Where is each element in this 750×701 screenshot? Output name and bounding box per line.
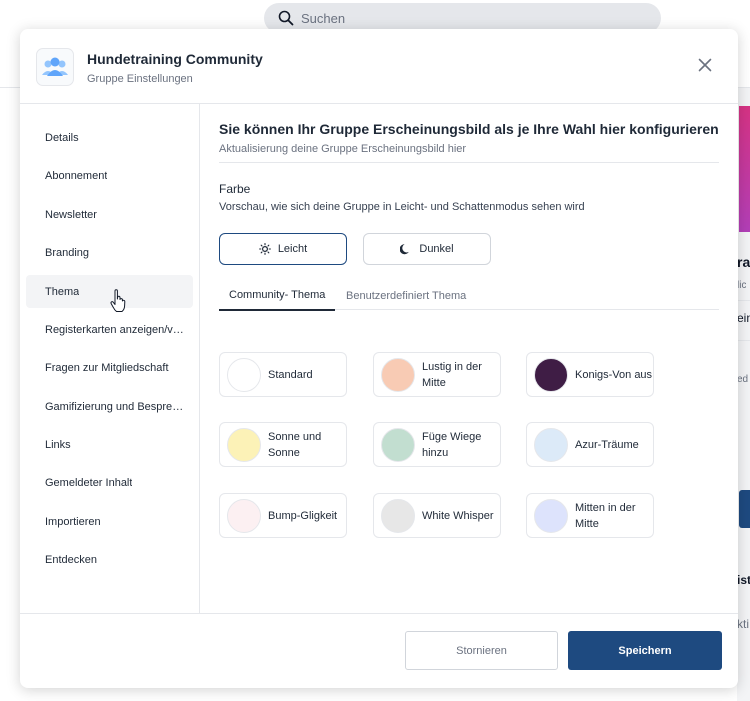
sidebar-item-label: Importieren bbox=[45, 515, 101, 528]
sidebar-item-label: Registerkarten anzeigen/verbergen bbox=[45, 323, 185, 336]
theme-color-swatch bbox=[534, 427, 568, 462]
sidebar-item-entdecken[interactable]: Entdecken bbox=[26, 543, 193, 576]
divider bbox=[219, 162, 719, 163]
theme-name: White Whisper bbox=[422, 509, 494, 522]
background-divider bbox=[737, 300, 750, 301]
save-button[interactable]: Speichern bbox=[568, 631, 722, 670]
tab-custom-theme[interactable]: Benutzerdefiniert Thema bbox=[346, 281, 466, 310]
light-mode-label: Leicht bbox=[277, 243, 308, 255]
sidebar-item-gamifizierung[interactable]: Gamifizierung und Besprechungen bbox=[26, 390, 193, 423]
dark-mode-button[interactable]: Dunkel bbox=[363, 233, 491, 265]
group-avatar bbox=[36, 48, 74, 86]
sidebar-item-links[interactable]: Links bbox=[26, 428, 193, 461]
sidebar-item-newsletter[interactable]: Newsletter bbox=[26, 198, 193, 231]
theme-card-white-whisper[interactable]: White Whisper bbox=[373, 493, 501, 538]
sidebar-item-label: Fragen zur Mitgliedschaft bbox=[45, 361, 169, 374]
theme-name: Standard bbox=[268, 368, 313, 381]
modal-title: Hundetraining Community bbox=[87, 51, 263, 67]
sidebar-item-label: Links bbox=[45, 438, 71, 451]
background-divider bbox=[737, 340, 750, 341]
theme-card-azur[interactable]: Azur-Träume bbox=[526, 422, 654, 467]
color-section-label: Farbe bbox=[219, 182, 251, 196]
modal-header: Hundetraining Community Gruppe Einstellu… bbox=[20, 29, 738, 104]
theme-color-swatch bbox=[534, 357, 568, 392]
theme-card-mitten[interactable]: Mitten in der Mitte bbox=[526, 493, 654, 538]
sidebar-item-label: Gamifizierung und Besprechungen bbox=[45, 400, 185, 413]
theme-card-standard[interactable]: Standard bbox=[219, 352, 347, 397]
theme-card-lustig[interactable]: Lustig in der Mitte bbox=[373, 352, 501, 397]
theme-color-swatch bbox=[534, 498, 568, 533]
background-text: ed bbox=[737, 374, 749, 385]
sun-icon bbox=[258, 243, 271, 255]
theme-name: Bump-Gligkeit bbox=[268, 509, 338, 522]
theme-color-swatch bbox=[381, 427, 415, 462]
sidebar-item-branding[interactable]: Branding bbox=[26, 236, 193, 269]
theme-color-swatch bbox=[227, 357, 261, 392]
modal-footer: Stornieren Speichern bbox=[20, 613, 738, 688]
sidebar-item-registerkarten[interactable]: Registerkarten anzeigen/verbergen bbox=[26, 313, 193, 346]
dark-mode-label: Dunkel bbox=[419, 243, 454, 255]
sidebar-item-gemeldeter-inhalt[interactable]: Gemeldeter Inhalt bbox=[26, 466, 193, 499]
theme-card-sonne[interactable]: Sonne und Sonne bbox=[219, 422, 347, 467]
sidebar-item-fragen-mitgliedschaft[interactable]: Fragen zur Mitgliedschaft bbox=[26, 351, 193, 384]
theme-tabs: Community- Thema Benutzerdefiniert Thema bbox=[219, 281, 719, 311]
sidebar-item-label: Branding bbox=[45, 246, 90, 259]
theme-card-konigs[interactable]: Konigs-Von aus bbox=[526, 352, 654, 397]
close-icon bbox=[698, 58, 712, 72]
background-banner bbox=[739, 106, 750, 232]
cancel-button[interactable]: Stornieren bbox=[405, 631, 558, 670]
theme-color-swatch bbox=[227, 498, 261, 533]
group-settings-modal: Hundetraining Community Gruppe Einstellu… bbox=[20, 29, 738, 688]
theme-card-bump[interactable]: Bump-Gligkeit bbox=[219, 493, 347, 538]
theme-card-fuege-wiege[interactable]: Füge Wiege hinzu bbox=[373, 422, 501, 467]
sidebar-item-label: Thema bbox=[45, 285, 80, 298]
search-placeholder: Suchen bbox=[301, 10, 346, 26]
theme-color-swatch bbox=[381, 357, 415, 392]
search-icon bbox=[278, 10, 294, 26]
theme-name: Mitten in der Mitte bbox=[575, 501, 636, 530]
group-icon bbox=[42, 57, 68, 76]
sidebar-item-label: Gemeldeter Inhalt bbox=[45, 476, 133, 489]
sidebar-item-details[interactable]: Details bbox=[26, 121, 193, 154]
sidebar-item-importieren[interactable]: Importieren bbox=[26, 505, 193, 538]
moon-icon bbox=[400, 244, 410, 255]
close-button[interactable] bbox=[694, 54, 716, 76]
content-subtitle: Aktualisierung deine Gruppe Erscheinungs… bbox=[219, 143, 467, 155]
theme-name: Konigs-Von aus bbox=[575, 368, 653, 381]
theme-color-swatch bbox=[381, 498, 415, 533]
theme-name: Lustig in der Mitte bbox=[422, 360, 482, 389]
theme-name: Füge Wiege hinzu bbox=[422, 430, 482, 459]
tab-community-theme[interactable]: Community- Thema bbox=[219, 281, 336, 311]
sidebar-item-label: Entdecken bbox=[45, 553, 97, 566]
light-mode-button[interactable]: Leicht bbox=[219, 233, 347, 265]
content-title: Sie können Ihr Gruppe Erscheinungsbild a… bbox=[219, 121, 719, 137]
theme-settings-content: Sie können Ihr Gruppe Erscheinungsbild a… bbox=[219, 104, 738, 614]
background-text: kti bbox=[737, 617, 749, 631]
sidebar-item-abonnement[interactable]: Abonnement bbox=[26, 159, 193, 192]
modal-subtitle: Gruppe Einstellungen bbox=[87, 73, 193, 85]
background-text: lic bbox=[737, 280, 747, 291]
theme-name: Azur-Träume bbox=[575, 438, 639, 451]
background-text: ein bbox=[737, 311, 750, 325]
theme-name: Sonne und Sonne bbox=[268, 430, 322, 459]
sidebar-item-label: Abonnement bbox=[45, 169, 108, 182]
background-text: ist bbox=[737, 573, 750, 587]
sidebar-item-label: Newsletter bbox=[45, 208, 97, 221]
settings-sidebar: Details Abonnement Newsletter Branding T… bbox=[20, 104, 200, 614]
theme-color-swatch bbox=[227, 427, 261, 462]
background-button[interactable] bbox=[739, 490, 750, 528]
background-text: ra bbox=[737, 254, 750, 270]
sidebar-item-thema[interactable]: Thema bbox=[26, 275, 193, 308]
sidebar-item-label: Details bbox=[45, 131, 79, 144]
color-section-description: Vorschau, wie sich deine Gruppe in Leich… bbox=[219, 201, 585, 213]
